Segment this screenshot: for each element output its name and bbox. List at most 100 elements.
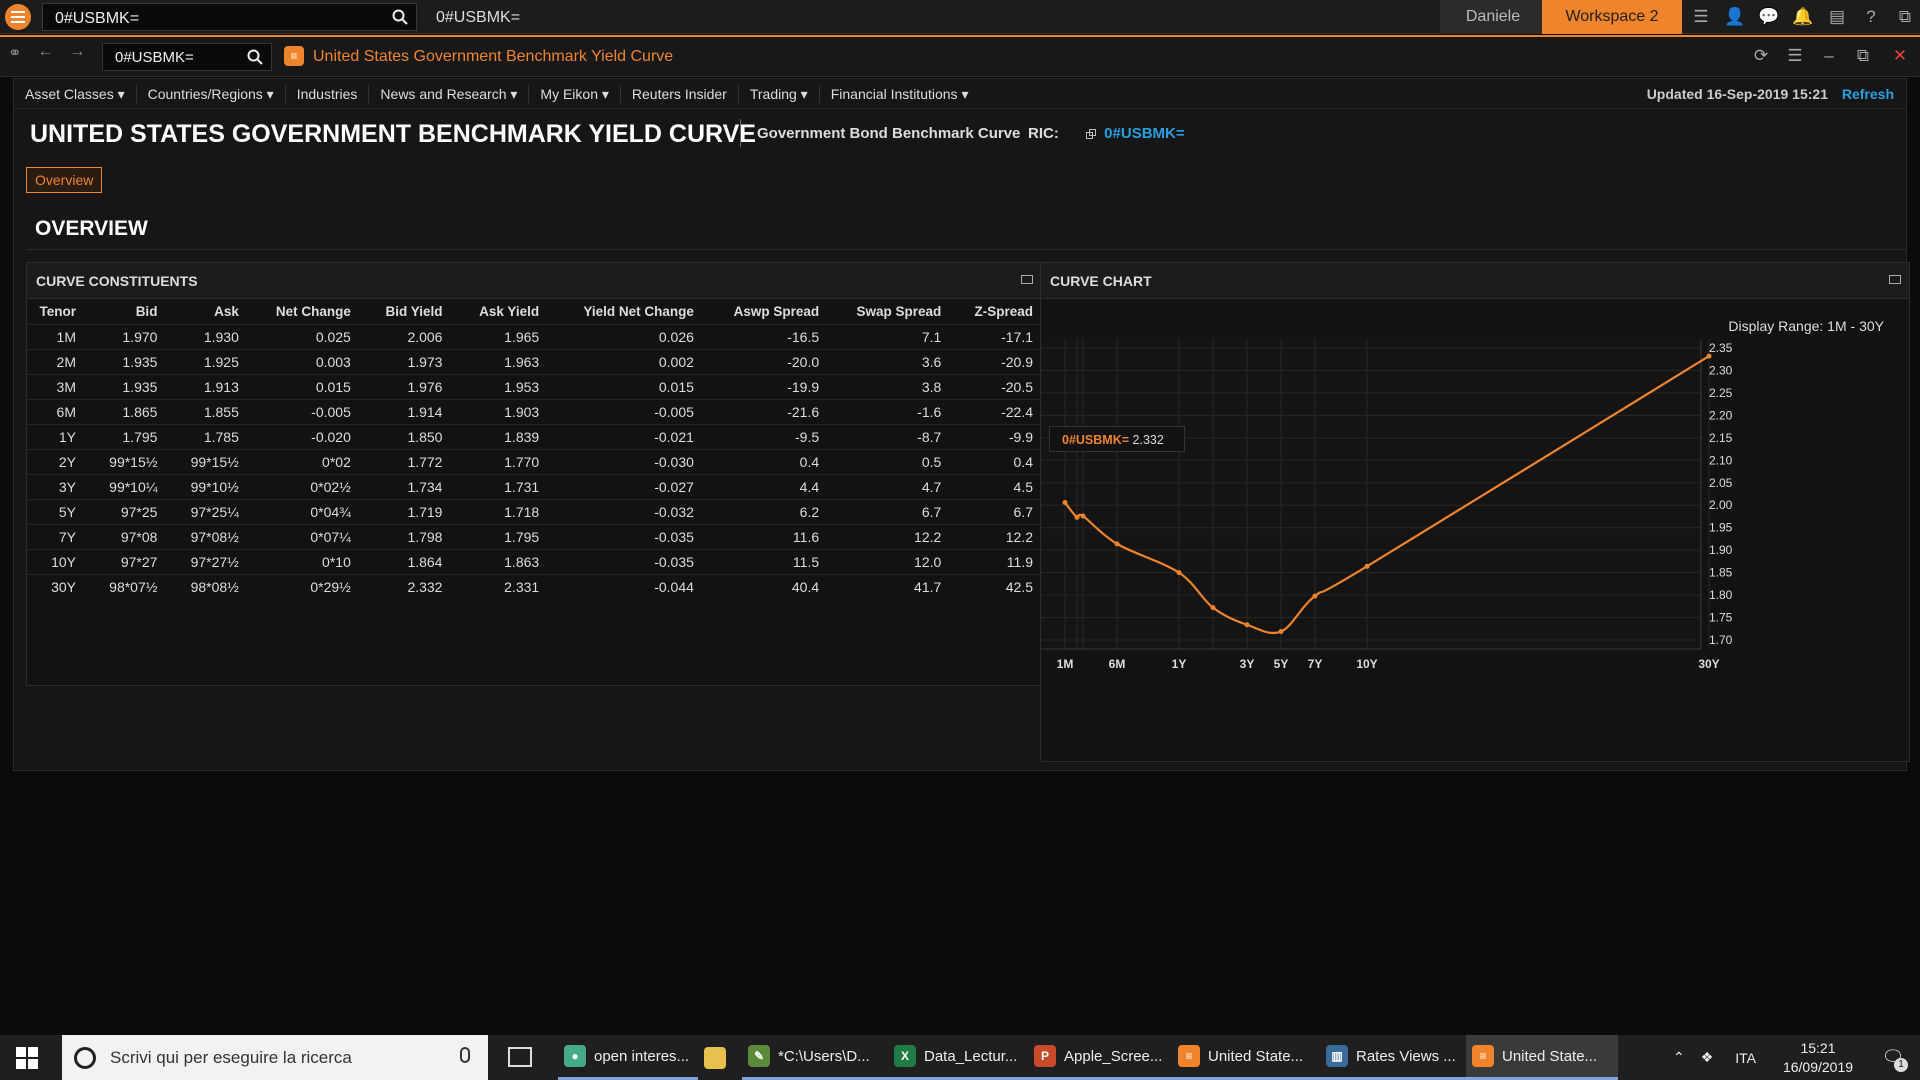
news-icon[interactable]: ▤ [1820,0,1854,34]
table-cell: 0*07¼ [246,524,359,550]
table-row[interactable]: 2M 1.935 1.925 0.003 1.973 1.963 0.002 -20.0 3.6… [27,349,1041,375]
taskbar-app-powerpoint[interactable]: P Apple_Scree... [1028,1035,1172,1080]
table-cell: 0.015 [547,374,702,400]
menu-icon[interactable]: ☰ [1684,0,1718,34]
table-cell: -20.5 [949,374,1041,400]
popout-icon[interactable] [1021,275,1033,284]
y-tick-label: 2.25 [1709,386,1733,400]
bell-icon[interactable]: 🔔 [1786,0,1820,34]
table-row[interactable]: 1M 1.970 1.930 0.025 2.006 1.965 0.026 -16.5 7.1… [27,324,1041,350]
search-icon[interactable] [392,9,408,25]
restore-icon[interactable]: ⧉ [1888,0,1920,34]
taskbar-app-excel[interactable]: X Data_Lectur... [888,1035,1028,1080]
eikon-menu-icon[interactable] [5,4,31,30]
table-row[interactable]: 6M 1.865 1.855 -0.005 1.914 1.903 -0.005 -21.6-… [27,399,1041,425]
notifications-icon[interactable]: 🗨 1 [1866,1035,1920,1080]
dropbox-icon[interactable]: ❖ [1693,1049,1722,1066]
workspace-tab[interactable]: Workspace 2 [1542,0,1682,34]
language-indicator[interactable]: ITA [1721,1050,1770,1066]
column-header[interactable]: Bid [84,299,165,325]
taskbar-search[interactable]: Scrivi qui per eseguire la ricerca [62,1035,488,1080]
taskbar-apps: ● open interes... ✎ *C:\Users\D... X Data_L… [558,1035,1618,1080]
column-header[interactable]: Ask Yield [450,299,547,325]
taskbar-app-editor[interactable]: ✎ *C:\Users\D... [742,1035,888,1080]
taskbar-app-eikon-1[interactable]: ≡ United State... [1172,1035,1320,1080]
data-point [1114,541,1120,547]
nav-reuters-insider[interactable]: Reuters Insider [621,84,739,103]
data-point [1210,605,1216,611]
column-header[interactable]: Aswp Spread [702,299,827,325]
back-icon[interactable]: ← [37,43,53,63]
table-cell: -0.035 [547,549,702,575]
restore-icon[interactable]: ⧉ [1846,37,1880,75]
table-row[interactable]: 5Y 97*25 97*25¼ 0*04¾ 1.719 1.718 -0.032 6.2 6.7… [27,499,1041,525]
table-row[interactable]: 3M 1.935 1.913 0.015 1.976 1.953 0.015 -19.9 3.8… [27,374,1041,400]
close-icon[interactable]: ✕ [1880,37,1920,75]
eikon-icon: ≡ [1178,1045,1200,1067]
table-cell: -17.1 [949,324,1041,350]
chevron-up-icon[interactable]: ⌃ [1665,1049,1693,1066]
minimize-icon[interactable]: – [1812,37,1846,75]
user-button[interactable]: Daniele [1440,0,1546,34]
column-header[interactable]: Yield Net Change [547,299,702,325]
refresh-icon[interactable]: ⟳ [1744,37,1778,75]
y-tick-label: 1.95 [1709,521,1733,535]
column-header[interactable]: Z-Spread [949,299,1041,325]
user-icon[interactable]: 👤 [1718,0,1752,34]
table-cell: 1.719 [358,499,451,525]
nav-my-eikon[interactable]: My Eikon ▾ [529,84,621,103]
windows-start-icon[interactable] [16,1047,38,1069]
table-row[interactable]: 30Y 98*07½ 98*08½ 0*29½ 2.332 2.331 -0.044 40.4… [27,574,1041,600]
table-cell: 0*29½ [246,574,359,600]
table-row[interactable]: 3Y 99*10¼ 99*10½ 0*02½ 1.734 1.731 -0.027 4.4 4.… [27,474,1041,500]
taskbar-app-explorer[interactable] [698,1035,742,1080]
column-header[interactable]: Tenor [27,299,84,325]
table-cell: 99*10¼ [84,474,166,500]
nav-financial-institutions[interactable]: Financial Institutions ▾ [820,85,980,103]
table-row[interactable]: 10Y 97*27 97*27½ 0*10 1.864 1.863 -0.035 11.5 12… [27,549,1041,575]
column-header[interactable]: Swap Spread [827,299,949,325]
table-row[interactable]: 1Y 1.795 1.785 -0.020 1.850 1.839 -0.021 -9.5 -8… [27,424,1041,450]
chat-icon[interactable]: 💬 [1752,0,1786,34]
display-range[interactable]: Display Range: 1M - 30Y [1728,318,1884,334]
taskbar-app-chrome[interactable]: ● open interes... [558,1035,698,1080]
link-icon[interactable]: ⚭ [8,43,21,63]
clock[interactable]: 15:21 16/09/2019 [1770,1039,1866,1077]
options-icon[interactable]: ☰ [1778,37,1812,75]
tab-overview[interactable]: Overview [26,167,103,193]
table-cell: 11.9 [949,549,1041,575]
taskbar-app-rates-views[interactable]: ▥ Rates Views ... [1320,1035,1466,1080]
popout-icon[interactable] [1889,275,1901,284]
table-cell: 1.953 [450,374,548,400]
table-row[interactable]: 2Y 99*15½ 99*15½ 0*02 1.772 1.770 -0.030 0.4 0.5… [27,449,1041,475]
ric-link[interactable]: 0#USBMK= [1086,125,1185,142]
nav-countries-regions[interactable]: Countries/Regions ▾ [137,84,286,103]
taskbar-app-eikon-2[interactable]: ≡ United State... [1466,1035,1618,1080]
search-icon[interactable] [247,49,263,65]
page-subtitle: Government Bond Benchmark Curve [757,125,1021,142]
nav-trading[interactable]: Trading ▾ [739,84,820,103]
ric-input[interactable]: 0#USBMK= [102,43,272,71]
taskbar-search-placeholder: Scrivi qui per eseguire la ricerca [110,1047,352,1067]
app-breadcrumb[interactable]: 0#USBMK= [436,9,520,27]
table-cell: 1.795 [84,424,166,450]
table-row[interactable]: 7Y 97*08 97*08½ 0*07¼ 1.798 1.795 -0.035 11.6 12… [27,524,1041,550]
nav-industries[interactable]: Industries [286,84,370,103]
column-header[interactable]: Ask [165,299,246,325]
chrome-icon: ● [564,1045,586,1067]
table-cell: 2M [27,349,84,375]
help-icon[interactable]: ? [1854,0,1888,34]
nav-news-research[interactable]: News and Research ▾ [369,84,530,103]
column-header[interactable]: Bid Yield [359,299,451,325]
nav-asset-classes[interactable]: Asset Classes ▾ [14,84,137,103]
forward-icon[interactable]: → [69,43,85,63]
refresh-link[interactable]: Refresh [1842,86,1894,102]
table-cell: 1.935 [84,374,166,400]
table-cell: 7Y [27,524,84,550]
yield-curve-chart[interactable]: 2.35 2.30 2.25 2.20 2.15 2.10 2.05 2.00 1.95 1.90… [1041,326,1911,769]
task-view-icon[interactable] [508,1047,532,1067]
microphone-icon[interactable] [460,1047,470,1063]
global-search-input[interactable]: 0#USBMK= [42,3,417,31]
column-header[interactable]: Net Change [247,299,359,325]
table-cell: 2.332 [358,574,451,600]
